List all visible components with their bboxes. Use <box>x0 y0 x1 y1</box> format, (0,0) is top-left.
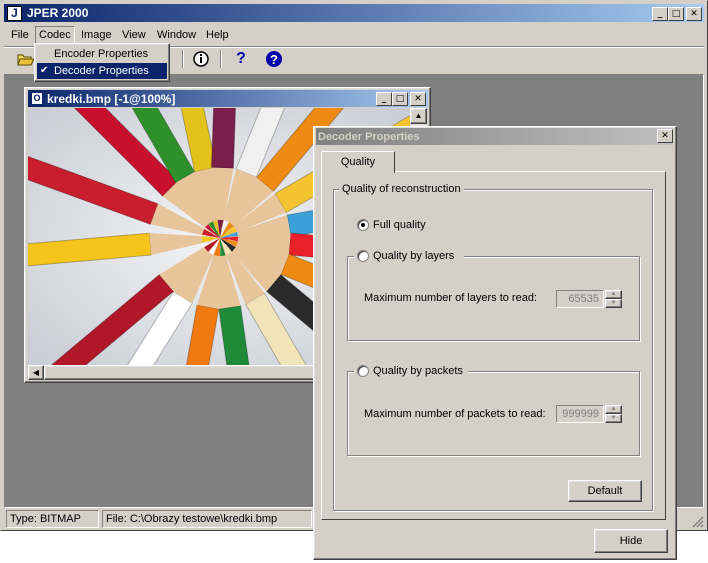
minimize-button[interactable]: _ <box>652 7 668 21</box>
checkmark-icon: ✔ <box>40 65 49 76</box>
scroll-up-arrow-icon[interactable]: ▲ <box>410 108 427 124</box>
layers-input[interactable]: 65535 <box>556 290 604 308</box>
dialog-close-button[interactable]: ✕ <box>657 129 673 143</box>
hide-button[interactable]: Hide <box>594 529 668 553</box>
toolbar-separator <box>182 50 184 68</box>
layers-spin-up-icon[interactable]: ▲ <box>605 290 622 299</box>
layers-spin-down-icon[interactable]: ▼ <box>605 299 622 308</box>
info-icon[interactable] <box>192 50 210 68</box>
image-close-button[interactable]: ✕ <box>410 92 426 106</box>
menu-file[interactable]: File <box>8 27 32 43</box>
scroll-left-arrow-icon[interactable]: ◀ <box>28 365 44 380</box>
hscroll-thumb[interactable] <box>44 365 334 380</box>
menu-codec[interactable]: Codec <box>35 26 75 44</box>
radio-selected-dot <box>361 223 365 227</box>
full-quality-label[interactable]: Full quality <box>373 219 426 232</box>
main-title-bar[interactable] <box>4 4 704 22</box>
layers-field-label: Maximum number of layers to read: <box>364 292 538 304</box>
packets-spin-down-icon[interactable]: ▼ <box>605 414 622 423</box>
status-type: Type: BITMAP <box>6 510 99 528</box>
app-logo-icon: J <box>7 6 22 21</box>
packets-spin-up-icon[interactable]: ▲ <box>605 405 622 414</box>
open-folder-icon[interactable] <box>16 50 36 68</box>
maximize-button[interactable]: □ <box>668 7 684 21</box>
about-question-icon[interactable]: ? <box>265 50 283 68</box>
image-minimize-button[interactable]: _ <box>376 92 392 106</box>
tab-quality[interactable]: Quality <box>321 151 395 173</box>
packets-radio-label[interactable]: Quality by packets <box>373 365 463 378</box>
menu-help[interactable]: Help <box>203 27 232 43</box>
svg-text:?: ? <box>270 52 278 67</box>
menu-window[interactable]: Window <box>154 27 199 43</box>
close-button[interactable]: ✕ <box>686 7 702 21</box>
layers-radio[interactable] <box>357 250 369 262</box>
menu-view[interactable]: View <box>119 27 149 43</box>
size-grip-icon[interactable] <box>690 514 704 528</box>
menu-image[interactable]: Image <box>78 27 115 43</box>
layers-radio-label[interactable]: Quality by layers <box>373 250 454 263</box>
quality-group-label: Quality of reconstruction <box>339 183 464 195</box>
default-button[interactable]: Default <box>568 480 642 502</box>
packets-input[interactable]: 999999 <box>556 405 604 423</box>
packets-radio[interactable] <box>357 365 369 377</box>
status-file: File: C:\Obrazy testowe\kredki.bmp <box>102 510 312 528</box>
image-maximize-button[interactable]: □ <box>392 92 408 106</box>
app-title: JPER 2000 <box>27 6 89 20</box>
toolbar-separator <box>220 50 222 68</box>
quality-group-box <box>333 189 653 511</box>
help-question-icon[interactable]: ? <box>233 50 249 68</box>
menu-item-encoder-properties[interactable]: Encoder Properties <box>37 46 167 62</box>
menu-item-decoder-properties[interactable]: Decoder Properties <box>37 63 167 79</box>
full-quality-radio[interactable] <box>357 219 369 231</box>
packets-field-label: Maximum number of packets to read: <box>364 408 546 420</box>
image-window-title: kredki.bmp [-1@100%] <box>47 92 176 106</box>
image-window-icon: O <box>31 92 43 105</box>
decoder-dialog-title: Decoder Properties <box>318 131 420 143</box>
